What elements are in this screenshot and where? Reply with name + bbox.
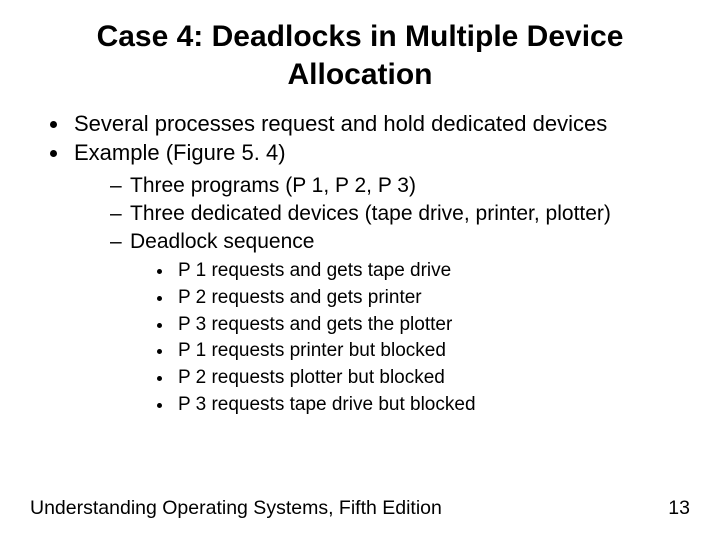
list-item-label: Example (Figure 5. 4) <box>74 140 286 165</box>
slide-title: Case 4: Deadlocks in Multiple Device All… <box>90 18 630 93</box>
list-item: P 2 requests plotter but blocked <box>174 366 690 391</box>
list-item: P 3 requests tape drive but blocked <box>174 393 690 418</box>
list-item: P 2 requests and gets printer <box>174 286 690 311</box>
list-item: P 3 requests and gets the plotter <box>174 313 690 338</box>
list-item: P 1 requests printer but blocked <box>174 339 690 364</box>
page-number: 13 <box>668 497 690 520</box>
footer-text: Understanding Operating Systems, Fifth E… <box>30 497 442 520</box>
bullet-list-level2: Three programs (P 1, P 2, P 3) Three ded… <box>74 173 690 418</box>
list-item-label: Deadlock sequence <box>130 230 314 253</box>
list-item: Three dedicated devices (tape drive, pri… <box>110 201 690 227</box>
list-item: P 1 requests and gets tape drive <box>174 259 690 284</box>
list-item: Three programs (P 1, P 2, P 3) <box>110 173 690 199</box>
slide: Case 4: Deadlocks in Multiple Device All… <box>0 0 720 540</box>
bullet-list-level1: Several processes request and hold dedic… <box>30 111 690 418</box>
list-item: Example (Figure 5. 4) Three programs (P … <box>70 140 690 418</box>
list-item: Several processes request and hold dedic… <box>70 111 690 138</box>
bullet-list-level3: P 1 requests and gets tape drive P 2 req… <box>130 259 690 417</box>
slide-footer: Understanding Operating Systems, Fifth E… <box>30 497 690 520</box>
list-item: Deadlock sequence P 1 requests and gets … <box>110 229 690 417</box>
